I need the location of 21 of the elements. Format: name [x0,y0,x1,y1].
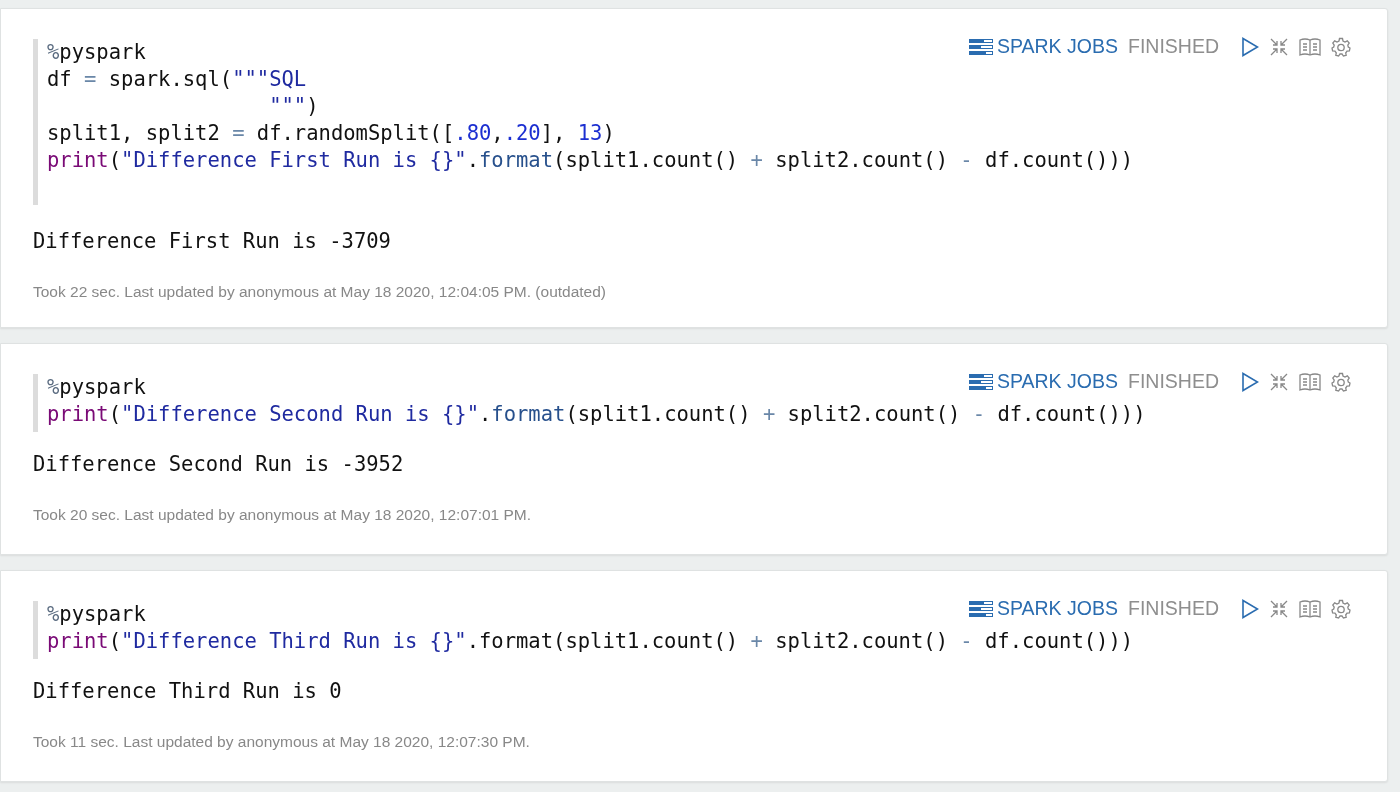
code-line: split1, split2 = df.randomSplit([.80,.20], 13) [47,120,615,147]
code-line: %pyspark [47,39,146,66]
status-footer: Took 20 sec. Last updated by anonymous at May 18 2020, 12:07:01 PM. [33,506,1371,524]
code-line: print("Difference Third Run is {}".format(split1.count() + split2.count() - df.count())) [47,628,1134,655]
status-footer: Took 22 sec. Last updated by anonymous at May 18 2020, 12:04:05 PM. (outdated) [33,283,1371,301]
code-line: print("Difference First Run is {}".format(split1.count() + split2.count() - df.count())) [47,147,1134,174]
spark-jobs-button[interactable]: SPARK JOBS [968,597,1118,620]
status-label: FINISHED [1128,35,1219,58]
code-line: """) [268,93,319,120]
output-text: Difference First Run is -3709 [33,229,392,253]
output-text: Difference Third Run is 0 [33,679,343,703]
code-line: %pyspark [47,601,146,628]
code-line: print("Difference Second Run is {}".format(split1.count() + split2.count() - df.count())) [47,401,1146,428]
status-footer: Took 11 sec. Last updated by anonymous at May 18 2020, 12:07:30 PM. [33,733,1371,751]
status-label: FINISHED [1128,597,1219,620]
code-line: %pyspark [47,374,146,401]
spark-jobs-button[interactable]: SPARK JOBS [968,35,1118,58]
output-text: Difference Second Run is -3952 [33,452,405,476]
code-line: df = spark.sql("""SQL [47,66,307,93]
spark-jobs-button[interactable]: SPARK JOBS [968,370,1118,393]
status-label: FINISHED [1128,370,1219,393]
